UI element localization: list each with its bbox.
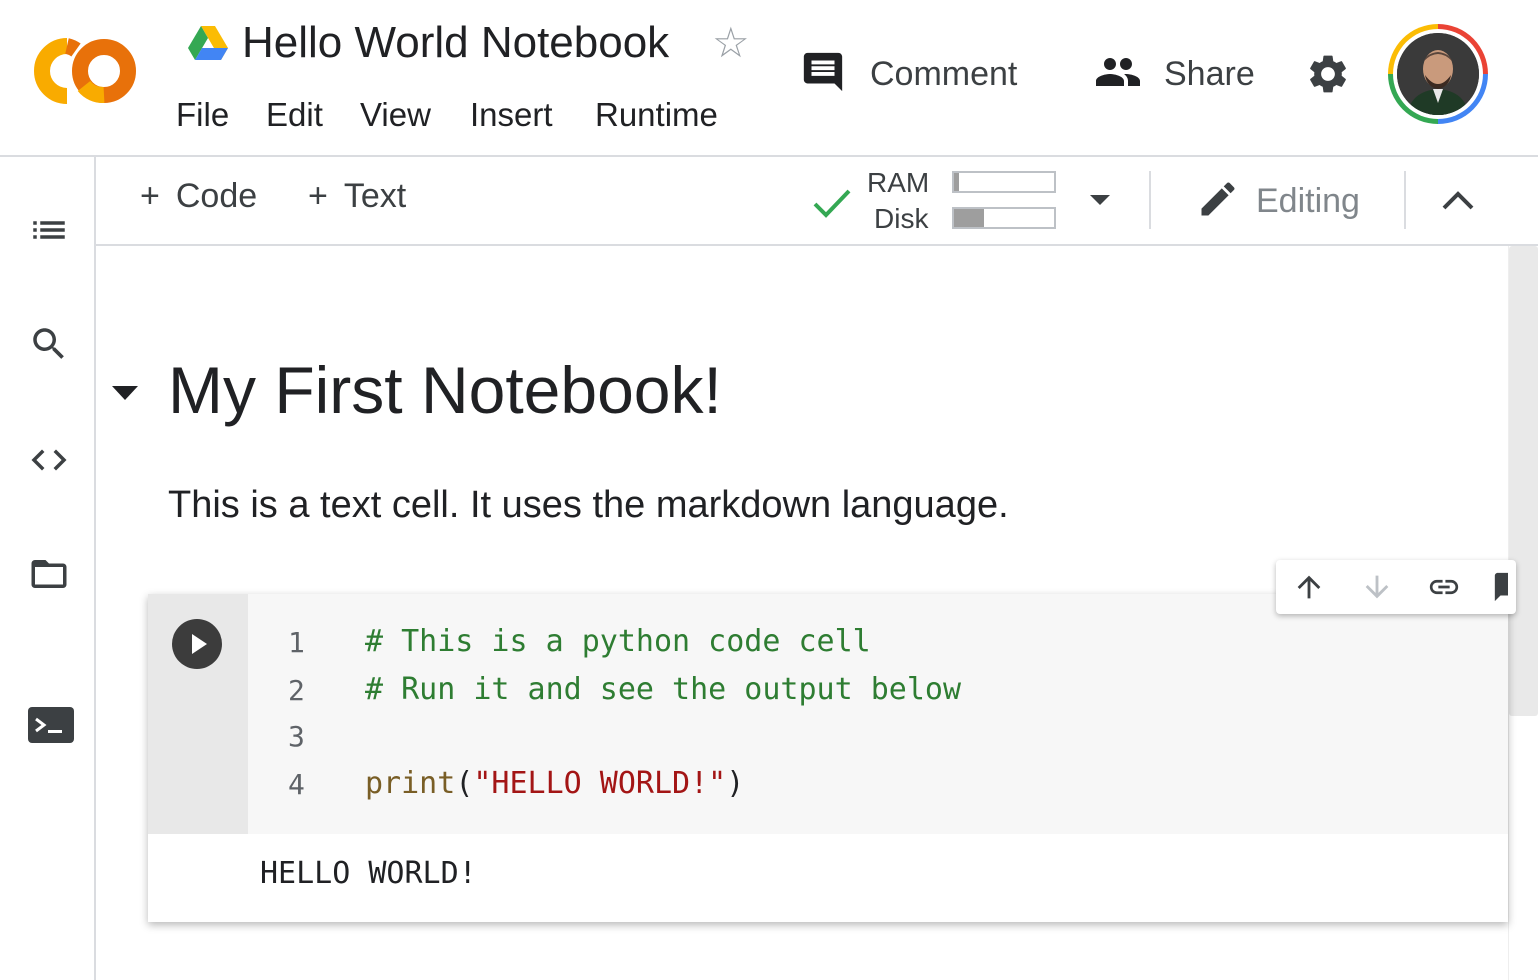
section-collapse-caret-icon[interactable] — [110, 384, 140, 407]
comment-cell-icon[interactable] — [1492, 570, 1508, 609]
table-of-contents-icon[interactable] — [28, 209, 70, 256]
toolbar-divider — [1149, 171, 1151, 229]
add-text-label: Text — [343, 177, 407, 215]
disk-label: Disk — [874, 203, 929, 234]
code-string-literal: "HELLO WORLD!" — [473, 766, 727, 801]
share-label: Share — [1164, 54, 1255, 93]
editing-mode-button[interactable]: Editing — [1196, 177, 1360, 226]
header: Hello World Notebook ☆ File Edit View In… — [0, 0, 1538, 157]
code-cell[interactable]: 1 2 3 4 # This is a python code cell # R… — [148, 594, 1508, 922]
menu-edit[interactable]: Edit — [266, 96, 323, 134]
editing-label: Editing — [1256, 182, 1360, 220]
notebook-title[interactable]: Hello World Notebook — [242, 18, 669, 68]
move-cell-up-arrow-icon[interactable] — [1292, 570, 1326, 609]
runtime-dropdown-icon[interactable] — [1088, 193, 1112, 212]
play-icon — [192, 634, 207, 654]
google-drive-icon[interactable] — [188, 26, 228, 67]
notebook-toolbar: + Code + Text RAM Disk Editing — [96, 157, 1538, 246]
add-code-label: Code — [175, 177, 258, 215]
code-snippets-icon[interactable] — [28, 439, 70, 486]
line-number: 1 — [288, 626, 305, 659]
cell-output: HELLO WORLD! — [260, 856, 477, 891]
terminal-icon[interactable] — [28, 703, 74, 752]
code-line-comment: # Run it and see the output below — [365, 672, 962, 707]
files-folder-icon[interactable] — [28, 553, 70, 600]
people-icon — [1094, 48, 1142, 101]
disk-meter-fill — [954, 209, 984, 227]
code-line-comment: # This is a python code cell — [365, 624, 871, 659]
move-cell-down-arrow-icon[interactable] — [1360, 570, 1394, 609]
text-cell[interactable]: This is a text cell. It uses the markdow… — [168, 484, 1009, 527]
line-number: 2 — [288, 674, 305, 707]
code-line-print: print("HELLO WORLD!") — [365, 766, 744, 801]
avatar-photo — [1397, 33, 1479, 115]
cell-toolbar — [1276, 560, 1516, 614]
plus-icon: + — [308, 177, 328, 215]
add-code-button[interactable]: + Code — [140, 177, 257, 216]
line-number: 4 — [288, 768, 305, 801]
settings-gear-icon[interactable] — [1305, 51, 1351, 102]
collapse-header-chevron-up-icon[interactable] — [1440, 187, 1476, 218]
link-to-cell-icon[interactable] — [1424, 570, 1464, 609]
ram-meter-fill — [954, 173, 959, 191]
menu-insert[interactable]: Insert — [470, 96, 553, 134]
ram-meter[interactable] — [952, 171, 1056, 193]
code-paren-open: ( — [455, 766, 474, 801]
cell-gutter — [148, 594, 248, 834]
code-paren-close: ) — [726, 766, 745, 801]
ram-label: RAM — [867, 167, 930, 198]
run-cell-button[interactable] — [172, 619, 222, 669]
comment-button[interactable]: Comment — [800, 48, 1017, 100]
code-editor[interactable]: 1 2 3 4 # This is a python code cell # R… — [248, 594, 1508, 834]
star-icon[interactable]: ☆ — [712, 22, 750, 64]
menu-file[interactable]: File — [176, 96, 229, 134]
left-sidebar — [0, 157, 96, 980]
share-button[interactable]: Share — [1094, 48, 1255, 100]
user-avatar[interactable] — [1388, 24, 1488, 124]
code-function-name: print — [365, 766, 456, 801]
plus-icon: + — [140, 177, 160, 215]
disk-meter[interactable] — [952, 207, 1056, 229]
toolbar-divider — [1404, 171, 1406, 229]
comment-label: Comment — [870, 54, 1018, 93]
connected-check-icon[interactable] — [812, 185, 852, 226]
menu-runtime[interactable]: Runtime — [595, 96, 718, 134]
comment-icon — [800, 49, 846, 100]
colab-logo[interactable] — [34, 38, 138, 109]
search-icon[interactable] — [28, 323, 70, 370]
menu-view[interactable]: View — [360, 96, 431, 134]
add-text-button[interactable]: + Text — [308, 177, 406, 216]
line-number: 3 — [288, 720, 305, 753]
pencil-icon — [1196, 177, 1240, 226]
section-heading: My First Notebook! — [168, 353, 722, 427]
scrollbar-thumb[interactable] — [1509, 246, 1538, 716]
